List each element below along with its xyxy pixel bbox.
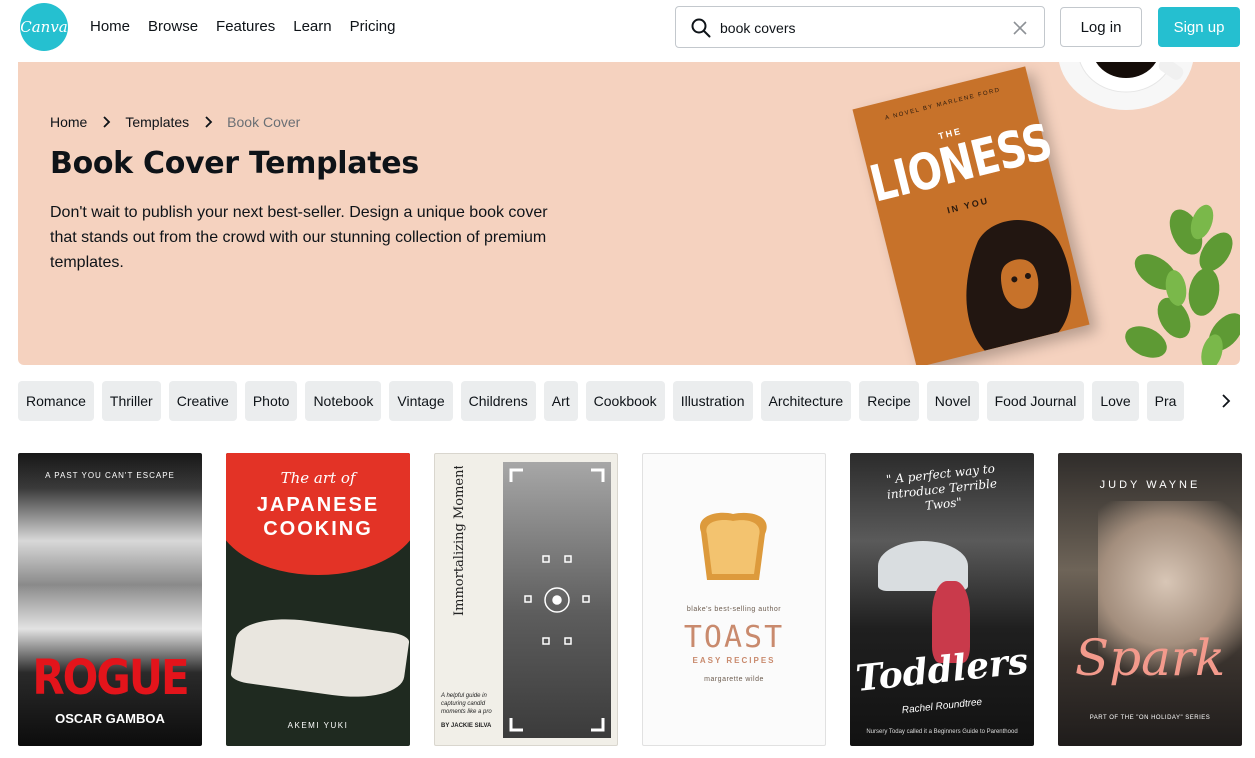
breadcrumb-home[interactable]: Home [50, 114, 87, 130]
template-card-spark[interactable]: JUDY WAYNE Spark PART OF THE "ON HOLIDAY… [1058, 453, 1242, 746]
nav-browse-link[interactable]: Browse [148, 17, 198, 37]
template-card-rogue[interactable]: A PAST YOU CAN'T ESCAPE ROGUE OSCAR GAMB… [18, 453, 202, 746]
chevron-right-icon [1222, 394, 1231, 408]
filter-chip-art[interactable]: Art [543, 381, 578, 421]
template-card-candid-photography[interactable]: Immortalizing Moments: Candid Photograph… [434, 453, 618, 746]
clear-search-icon[interactable] [1011, 19, 1029, 37]
template-card-japanese-cooking[interactable]: The art of JAPANESE COOKING AKEMI YUKI [226, 453, 410, 746]
card-tagline: A PAST YOU CAN'T ESCAPE [45, 471, 175, 480]
plant-image [1125, 204, 1240, 365]
card-guide-text: A helpful guide in capturing candid mome… [441, 693, 492, 715]
nav-pricing-link[interactable]: Pricing [350, 17, 396, 37]
card-title: JAPANESE COOKING [256, 494, 380, 540]
card-quote: " A perfect way to introduce Terrible Tw… [885, 461, 998, 513]
filter-chip-thriller[interactable]: Thriller [101, 381, 161, 421]
filter-chip-creative[interactable]: Creative [168, 381, 237, 421]
card-footer: Nursery Today called it a Beginners Guid… [866, 729, 1018, 735]
chevron-right-icon [205, 116, 213, 128]
top-navigation-bar: Canva Home Browse Features Learn Pricing… [0, 0, 1255, 62]
hero-banner: Home Templates Book Cover Book Cover Tem… [18, 62, 1240, 365]
search-box [675, 6, 1045, 48]
breadcrumb: Home Templates Book Cover [50, 114, 300, 130]
card-title: ROGUE [32, 649, 189, 706]
breadcrumb-current: Book Cover [227, 114, 301, 130]
card-blurb: blake's best-selling author [686, 606, 782, 613]
card-title-vertical: Immortalizing Moments: Candid Photograph… [452, 466, 467, 616]
filter-chip-cookbook[interactable]: Cookbook [585, 381, 665, 421]
book-cover-image: A NOVEL BY MARLENE FORD THE LIONESS IN Y… [852, 66, 1090, 365]
filter-chip-architecture[interactable]: Architecture [760, 381, 852, 421]
card-author: BY JACKIE SILVA [441, 723, 492, 729]
card-author: margarette wilde [704, 676, 764, 683]
filter-chip-novel[interactable]: Novel [926, 381, 979, 421]
nav-features-link[interactable]: Features [216, 17, 275, 37]
card-author: OSCAR GAMBOA [55, 711, 165, 726]
filter-chip-notebook[interactable]: Notebook [305, 381, 382, 421]
page-title: Book Cover Templates [50, 146, 419, 181]
lion-illustration [966, 220, 1072, 351]
page-description: Don't wait to publish your next best-sel… [50, 204, 548, 271]
chevron-right-icon [103, 116, 111, 128]
log-in-button[interactable]: Log in [1060, 7, 1142, 47]
category-filter-bar: Romance Thriller Creative Photo Notebook… [18, 381, 1230, 421]
card-author: JUDY WAYNE [1099, 479, 1201, 491]
card-author: AKEMI YUKI [287, 721, 349, 730]
card-title: Immortalizing Moments: Candid Photograph… [452, 466, 467, 616]
search-icon[interactable] [690, 17, 712, 39]
template-grid: A PAST YOU CAN'T ESCAPE ROGUE OSCAR GAMB… [18, 453, 1255, 758]
card-title: TOAST [683, 620, 785, 655]
filter-chip-partial[interactable]: Pra [1146, 381, 1185, 421]
template-card-toast[interactable]: blake's best-selling author TOAST EASY R… [642, 453, 826, 746]
filter-chip-photo[interactable]: Photo [244, 381, 298, 421]
toast-bread-icon [699, 512, 767, 580]
coffee-cup-image [1059, 62, 1193, 110]
filter-chip-vintage[interactable]: Vintage [389, 381, 453, 421]
filter-chip-food-journal[interactable]: Food Journal [986, 381, 1085, 421]
filter-chip-recipe[interactable]: Recipe [859, 381, 919, 421]
card-title: Spark [1074, 629, 1226, 687]
canva-logo[interactable]: Canva [20, 3, 68, 51]
filter-chip-love[interactable]: Love [1092, 381, 1139, 421]
camera-focus-icon [509, 468, 605, 732]
filter-chip-romance[interactable]: Romance [18, 381, 94, 421]
breadcrumb-templates[interactable]: Templates [125, 114, 189, 130]
card-title: Toddlers [853, 640, 1031, 700]
template-card-toddlers[interactable]: " A perfect way to introduce Terrible Tw… [850, 453, 1034, 746]
filter-scroll-next-button[interactable] [1212, 381, 1240, 421]
sushi-plate-image [229, 611, 410, 705]
card-footer: PART OF THE "ON HOLIDAY" SERIES [1089, 715, 1211, 721]
search-input[interactable] [720, 16, 1000, 40]
card-subtitle: EASY RECIPES [692, 656, 776, 665]
nav-home-link[interactable]: Home [90, 17, 130, 37]
sign-up-button[interactable]: Sign up [1158, 7, 1240, 47]
nav-learn-link[interactable]: Learn [293, 17, 331, 37]
filter-chip-illustration[interactable]: Illustration [672, 381, 753, 421]
card-tagline: The art of [280, 469, 356, 487]
filter-chip-childrens[interactable]: Childrens [460, 381, 536, 421]
main-nav: Home Browse Features Learn Pricing [90, 17, 413, 37]
